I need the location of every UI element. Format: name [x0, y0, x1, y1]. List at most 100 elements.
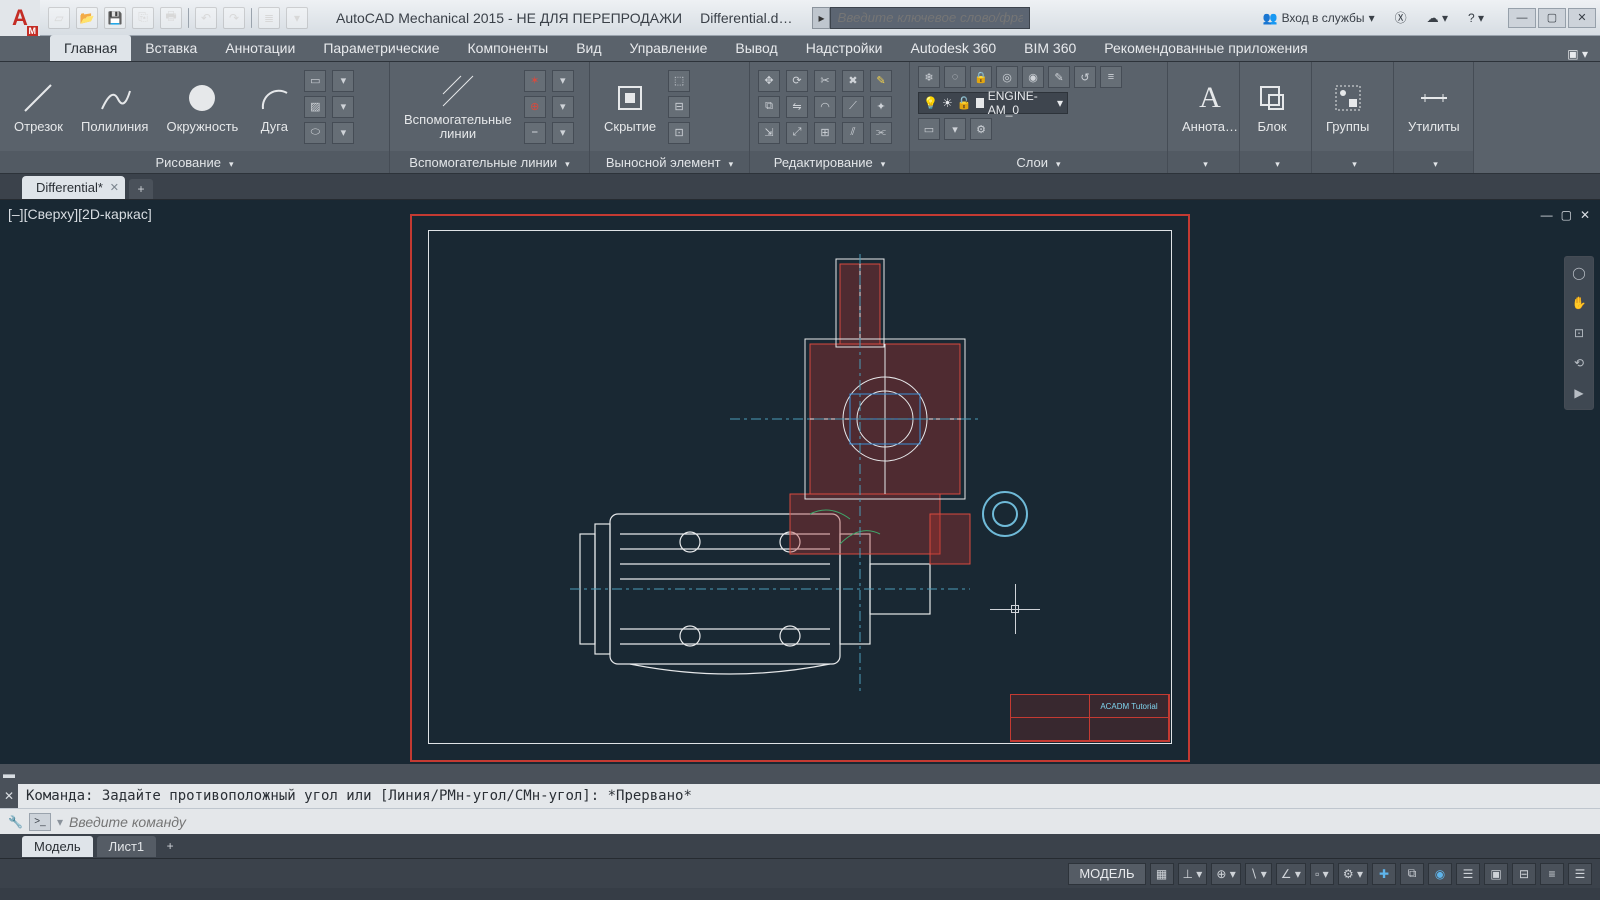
saveas-icon[interactable]: ⎘ [132, 7, 154, 29]
fullnav-wheel-icon[interactable]: ◯ [1569, 263, 1589, 283]
ribbon-collapse-icon[interactable]: ▣ ▾ [1567, 47, 1588, 61]
layer-walk-icon[interactable]: ≡ [1100, 66, 1122, 88]
detail-view-icon[interactable]: ⬚ [668, 70, 690, 92]
section-view-icon[interactable]: ⊟ [668, 96, 690, 118]
panel-edit-expand-icon[interactable] [877, 155, 886, 170]
tab-output[interactable]: Вывод [721, 35, 791, 61]
polar-icon[interactable]: ∖ ▾ [1245, 863, 1272, 885]
cmd-palette-close-icon[interactable]: ✕ [0, 784, 18, 808]
space-toggle[interactable]: МОДЕЛЬ [1068, 863, 1145, 885]
vp-maximize-icon[interactable]: ▢ [1561, 208, 1572, 222]
tab-parametric[interactable]: Параметрические [309, 35, 453, 61]
undo-icon[interactable]: ↶ [195, 7, 217, 29]
workspace-switch-icon[interactable]: ☰ [1456, 863, 1480, 885]
centermark-dd-icon[interactable]: ▾ [552, 96, 574, 118]
ellipse-dd-icon[interactable]: ▾ [332, 122, 354, 144]
construction-lines-button[interactable]: Вспомогательные линии [398, 71, 518, 143]
help-icon[interactable]: ? ▾ [1462, 7, 1490, 29]
groups-button[interactable]: Группы [1320, 78, 1375, 136]
arc-button[interactable]: Дуга [250, 78, 298, 136]
viewport-controls[interactable]: [–][Сверху][2D-каркас] [8, 206, 152, 222]
line-button[interactable]: Отрезок [8, 78, 69, 136]
snap-icon[interactable]: ⊥ ▾ [1178, 863, 1208, 885]
showmotion-icon[interactable]: ▶ [1569, 383, 1589, 403]
associative-hide-icon[interactable]: ⊡ [668, 122, 690, 144]
tab-insert[interactable]: Вставка [131, 35, 211, 61]
search-caret-icon[interactable]: ▸ [812, 7, 830, 29]
hatch-icon[interactable]: ▨ [304, 96, 326, 118]
signin-button[interactable]: 👥 Вход в службы ▾ [1257, 7, 1381, 29]
tab-home[interactable]: Главная [50, 35, 131, 61]
draw-dd-icon[interactable]: ▾ [332, 70, 354, 92]
maximize-icon[interactable]: ▢ [1538, 8, 1566, 28]
mirror-icon[interactable]: ⇋ [786, 96, 808, 118]
circle-button[interactable]: Окружность [160, 78, 244, 136]
open-icon[interactable]: 📂 [76, 7, 98, 29]
exchange-icon[interactable]: Ⓧ [1389, 7, 1413, 29]
offset-icon[interactable]: ⫽ [842, 122, 864, 144]
tab-manage[interactable]: Управление [616, 35, 722, 61]
isolate-objects-icon[interactable]: ⊟ [1512, 863, 1536, 885]
app-menu-icon[interactable]: A [0, 0, 40, 36]
layer-isolate-icon[interactable]: ◎ [996, 66, 1018, 88]
utils-button[interactable]: Утилиты [1402, 78, 1466, 136]
grid-icon[interactable]: ▦ [1150, 863, 1174, 885]
scale-icon[interactable]: ⤢ [786, 122, 808, 144]
tab-addins[interactable]: Надстройки [792, 35, 897, 61]
command-input[interactable] [69, 814, 1592, 830]
orbit-icon[interactable]: ⟲ [1569, 353, 1589, 373]
vp-minimize-icon[interactable]: — [1541, 208, 1553, 222]
centermark-icon[interactable]: ⊕ [524, 96, 546, 118]
file-tab[interactable]: Differential*✕ [22, 176, 125, 199]
panel-utils-expand-icon[interactable] [1429, 155, 1438, 170]
customize-icon[interactable]: 🔧 [8, 815, 23, 829]
layer-state-icon[interactable]: ≣ [258, 7, 280, 29]
save-icon[interactable]: 💾 [104, 7, 126, 29]
layer-prev-icon[interactable]: ↺ [1074, 66, 1096, 88]
panel-groups-expand-icon[interactable] [1348, 155, 1357, 170]
tab-annotate[interactable]: Аннотации [211, 35, 309, 61]
rotate-icon[interactable]: ⟳ [786, 70, 808, 92]
pan-icon[interactable]: ✋ [1569, 293, 1589, 313]
vp-close-icon[interactable]: ✕ [1580, 208, 1590, 222]
customization-icon[interactable]: ☰ [1568, 863, 1592, 885]
clean-screen-icon[interactable]: ≡ [1540, 863, 1564, 885]
layer-unisolate-icon[interactable]: ◉ [1022, 66, 1044, 88]
stretch-icon[interactable]: ⇲ [758, 122, 780, 144]
print-icon[interactable]: 🖶 [160, 7, 182, 29]
rectangle-icon[interactable]: ▭ [304, 70, 326, 92]
centerline-icon[interactable]: ✶ [524, 70, 546, 92]
redo-icon[interactable]: ↷ [223, 7, 245, 29]
command-prompt-icon[interactable]: >_ [29, 813, 51, 831]
add-layout-button[interactable]: + [160, 837, 180, 855]
tab-view[interactable]: Вид [562, 35, 615, 61]
tab-bim360[interactable]: BIM 360 [1010, 35, 1090, 61]
tab-model[interactable]: Модель [22, 836, 93, 857]
layer-freeze-icon[interactable]: ❄ [918, 66, 940, 88]
explode-icon[interactable]: ✦ [870, 96, 892, 118]
tab-components[interactable]: Компоненты [454, 35, 563, 61]
otrack-icon[interactable]: ▫ ▾ [1310, 863, 1334, 885]
array-icon[interactable]: ⊞ [814, 122, 836, 144]
polyline-button[interactable]: Полилиния [75, 78, 154, 136]
break-dd-icon[interactable]: ▾ [552, 122, 574, 144]
layer-state-icon[interactable]: ▭ [918, 118, 940, 140]
search-input[interactable] [830, 7, 1030, 29]
drawing-area[interactable]: [–][Сверху][2D-каркас] — ▢ ✕ ◯ ✋ ⊡ ⟲ ▶ [0, 200, 1600, 764]
layer-tools-icon[interactable]: ⚙ [970, 118, 992, 140]
join-icon[interactable]: ⫘ [870, 122, 892, 144]
panel-layers-expand-icon[interactable] [1052, 155, 1061, 170]
hide-button[interactable]: Скрытие [598, 78, 662, 136]
poweredit-icon[interactable]: ✎ [870, 70, 892, 92]
annomonitor-icon[interactable]: ◉ [1428, 863, 1452, 885]
new-tab-button[interactable]: + [129, 179, 153, 199]
osnap-icon[interactable]: ∠ ▾ [1276, 863, 1306, 885]
centerline-dd-icon[interactable]: ▾ [552, 70, 574, 92]
close-icon[interactable]: ✕ [1568, 8, 1596, 28]
tab-sheet1[interactable]: Лист1 [97, 836, 156, 857]
transparency-icon[interactable]: ✚ [1372, 863, 1396, 885]
command-history-grip[interactable] [18, 764, 1600, 784]
panel-block-expand-icon[interactable] [1271, 155, 1280, 170]
trim-icon[interactable]: ✂ [814, 70, 836, 92]
cmd-close-icon[interactable]: ▬ [0, 764, 18, 784]
